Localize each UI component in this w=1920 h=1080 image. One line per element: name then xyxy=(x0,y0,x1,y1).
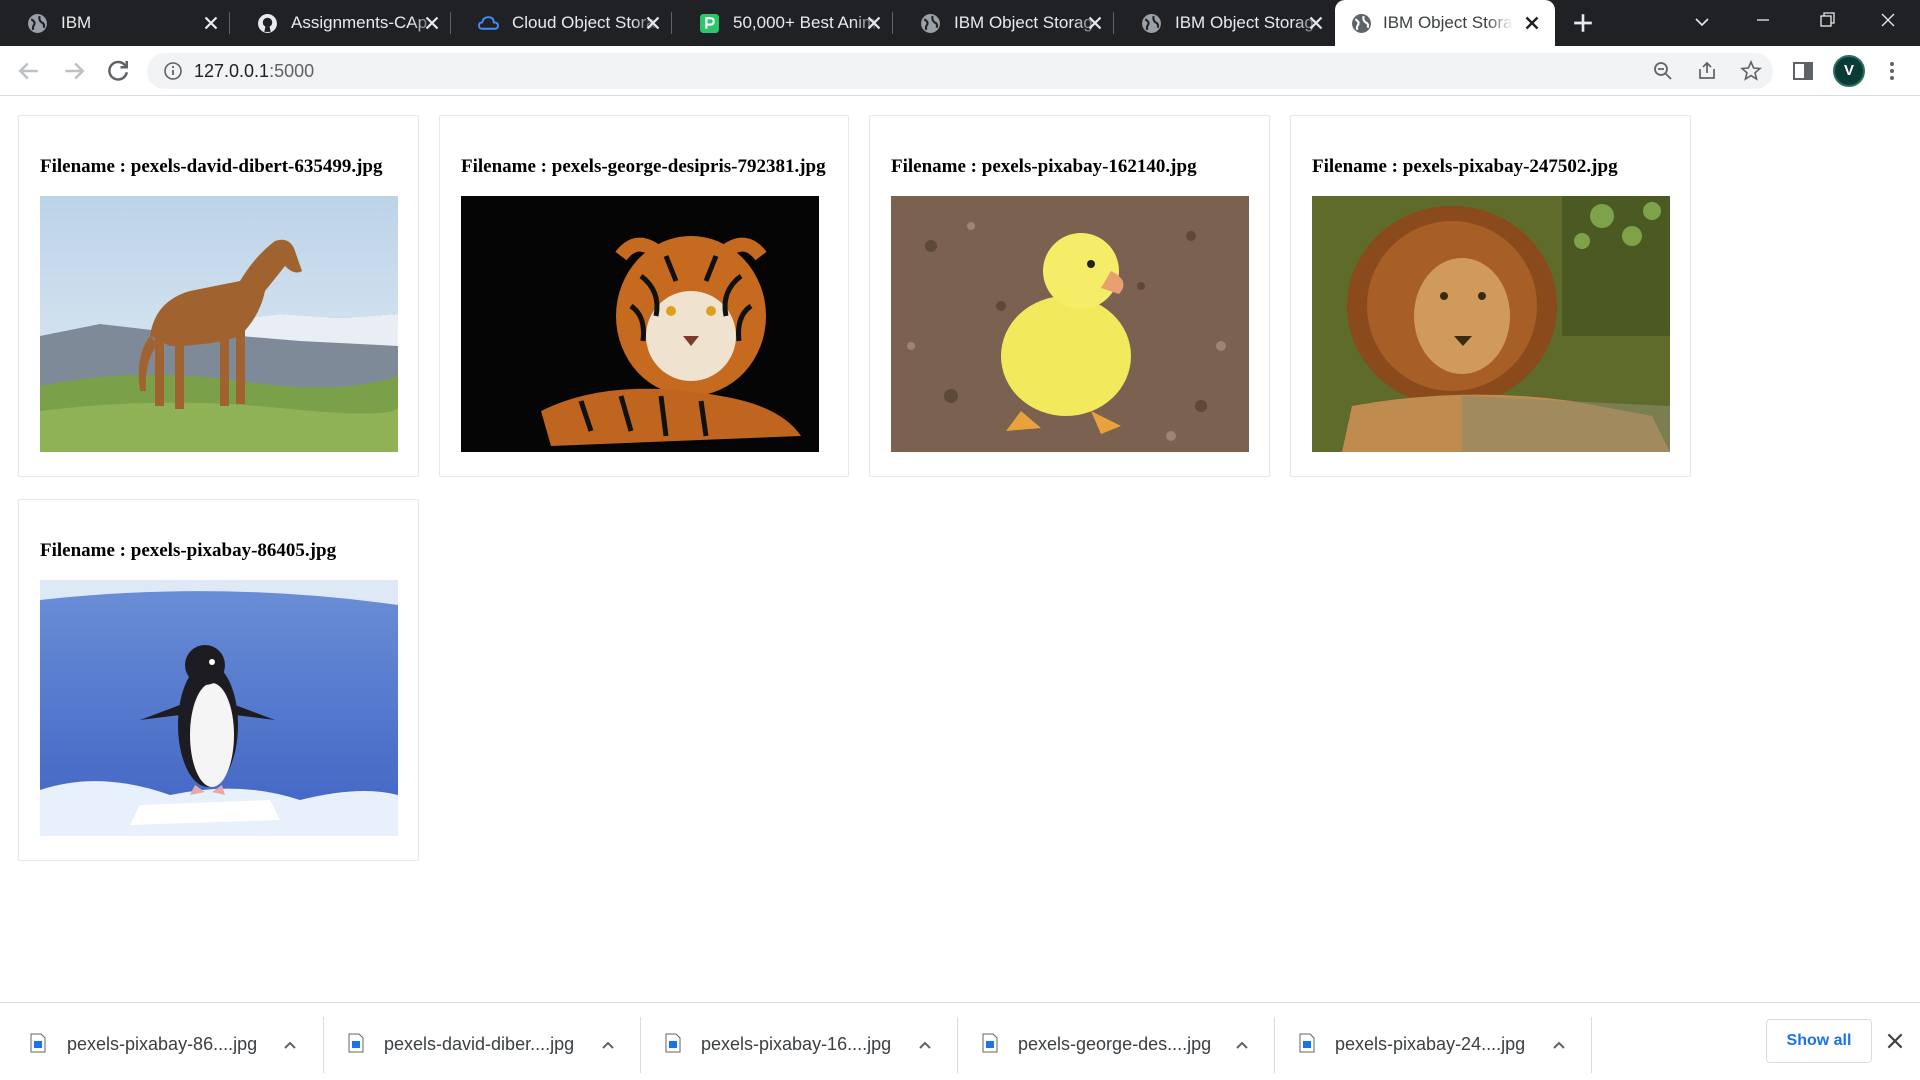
page-content: Filename : pexels-david-dibert-635499.jp… xyxy=(0,97,1920,1002)
image-card: Filename : pexels-david-dibert-635499.jp… xyxy=(18,115,419,477)
tab-search-chevron-icon[interactable] xyxy=(1692,12,1712,32)
close-icon[interactable] xyxy=(421,12,443,34)
download-filename: pexels-pixabay-24....jpg xyxy=(1335,1034,1526,1054)
filename-heading: Filename : pexels-david-dibert-635499.jp… xyxy=(40,156,383,177)
download-item[interactable]: pexels-david-diber....jpg xyxy=(324,1013,641,1077)
image-card: Filename : pexels-george-desipris-792381… xyxy=(439,115,849,477)
duckling-photo xyxy=(891,196,1249,452)
profile-avatar[interactable]: V xyxy=(1833,55,1865,87)
tab-title: IBM xyxy=(61,13,92,32)
close-icon[interactable] xyxy=(200,12,222,34)
close-icon[interactable] xyxy=(1521,12,1543,34)
minimize-icon[interactable] xyxy=(1753,10,1773,30)
tab-ibm[interactable]: IBM xyxy=(0,0,230,46)
tab-pixabay[interactable]: 50,000+ Best Anim xyxy=(672,0,893,46)
menu-kebab-icon[interactable] xyxy=(1880,59,1904,83)
tab-title: Assignments-CAp xyxy=(291,13,428,32)
download-item[interactable]: pexels-pixabay-16....jpg xyxy=(641,1013,958,1077)
tab-cloud-object-storage[interactable]: Cloud Object Stora xyxy=(451,0,672,46)
filename-heading: Filename : pexels-pixabay-162140.jpg xyxy=(891,156,1197,177)
cloud-icon xyxy=(478,16,499,30)
download-filename: pexels-pixabay-86....jpg xyxy=(67,1034,258,1054)
lion-photo xyxy=(1312,196,1670,452)
site-info-icon[interactable] xyxy=(163,61,183,81)
close-icon[interactable] xyxy=(1084,12,1106,34)
tab-ibm-object-storage-2[interactable]: IBM Object Storag xyxy=(1114,0,1335,46)
close-shelf-icon[interactable] xyxy=(1884,1030,1906,1052)
image-card: Filename : pexels-pixabay-247502.jpg xyxy=(1290,115,1691,477)
download-filename: pexels-pixabay-16....jpg xyxy=(701,1034,892,1054)
chevron-up-icon[interactable] xyxy=(1233,1036,1251,1054)
image-file-icon xyxy=(982,1033,998,1053)
filename-heading: Filename : pexels-pixabay-247502.jpg xyxy=(1312,156,1618,177)
tab-ibm-object-storage-active[interactable]: IBM Object Storag xyxy=(1335,0,1555,46)
window-close-icon[interactable] xyxy=(1878,10,1898,30)
penguin-photo xyxy=(40,580,398,836)
url-host: 127.0.0.1 xyxy=(194,61,270,81)
download-filename: pexels-george-des....jpg xyxy=(1018,1034,1212,1054)
tiger-photo xyxy=(461,196,819,452)
download-shelf: pexels-pixabay-86....jpg pexels-david-di… xyxy=(0,1002,1920,1080)
image-file-icon xyxy=(30,1033,46,1053)
side-panel-icon[interactable] xyxy=(1791,59,1815,83)
download-item[interactable]: pexels-pixabay-24....jpg xyxy=(1275,1013,1592,1077)
chevron-up-icon[interactable] xyxy=(599,1036,617,1054)
close-icon[interactable] xyxy=(642,12,664,34)
chevron-up-icon[interactable] xyxy=(281,1036,299,1054)
globe-icon xyxy=(921,14,940,33)
download-item[interactable]: pexels-george-des....jpg xyxy=(958,1013,1275,1077)
download-item[interactable]: pexels-pixabay-86....jpg xyxy=(0,1013,324,1077)
avatar-initial: V xyxy=(1843,62,1854,79)
new-tab-plus-icon[interactable] xyxy=(1572,12,1594,34)
tab-strip: IBM Assignments-CAp Cloud Object Stora 5… xyxy=(0,0,1920,46)
close-icon[interactable] xyxy=(863,12,885,34)
tab-title: IBM Object Storag xyxy=(1383,13,1513,32)
filename-heading: Filename : pexels-george-desipris-792381… xyxy=(461,156,826,177)
filename-heading: Filename : pexels-pixabay-86405.jpg xyxy=(40,540,337,561)
tab-title: 50,000+ Best Anim xyxy=(733,13,877,32)
image-card: Filename : pexels-pixabay-162140.jpg xyxy=(869,115,1270,477)
download-filename: pexels-david-diber....jpg xyxy=(384,1034,575,1054)
chevron-up-icon[interactable] xyxy=(1550,1036,1568,1054)
tab-ibm-object-storage-1[interactable]: IBM Object Storag xyxy=(893,0,1114,46)
browser-toolbar: 127.0.0.1:5000 V xyxy=(0,46,1920,96)
show-all-button[interactable]: Show all xyxy=(1766,1019,1872,1063)
tab-github[interactable]: Assignments-CAp xyxy=(230,0,451,46)
tab-title: IBM Object Storag xyxy=(1175,13,1314,32)
pixabay-icon xyxy=(700,14,719,33)
close-icon[interactable] xyxy=(1305,12,1327,34)
bookmark-star-icon[interactable] xyxy=(1740,60,1762,82)
url-port: :5000 xyxy=(269,61,315,81)
image-card: Filename : pexels-pixabay-86405.jpg xyxy=(18,499,419,861)
globe-icon xyxy=(1142,14,1161,33)
zoom-icon[interactable] xyxy=(1652,60,1674,82)
forward-arrow-icon[interactable] xyxy=(59,56,89,86)
tab-title: IBM Object Storag xyxy=(954,13,1093,32)
chevron-up-icon[interactable] xyxy=(916,1036,934,1054)
github-icon xyxy=(258,14,277,33)
share-icon[interactable] xyxy=(1696,60,1718,82)
download-separator xyxy=(1591,1017,1592,1073)
url-text[interactable]: 127.0.0.1:5000 xyxy=(194,60,314,82)
back-arrow-icon[interactable] xyxy=(14,56,44,86)
globe-icon xyxy=(1352,14,1371,33)
image-file-icon xyxy=(1299,1033,1315,1053)
reload-icon[interactable] xyxy=(103,56,133,86)
globe-icon xyxy=(28,14,47,33)
image-file-icon xyxy=(348,1033,364,1053)
horse-photo xyxy=(40,196,398,452)
restore-icon[interactable] xyxy=(1817,10,1837,30)
image-file-icon xyxy=(665,1033,681,1053)
address-bar[interactable]: 127.0.0.1:5000 xyxy=(147,53,1773,89)
tab-title: Cloud Object Stora xyxy=(512,13,656,32)
